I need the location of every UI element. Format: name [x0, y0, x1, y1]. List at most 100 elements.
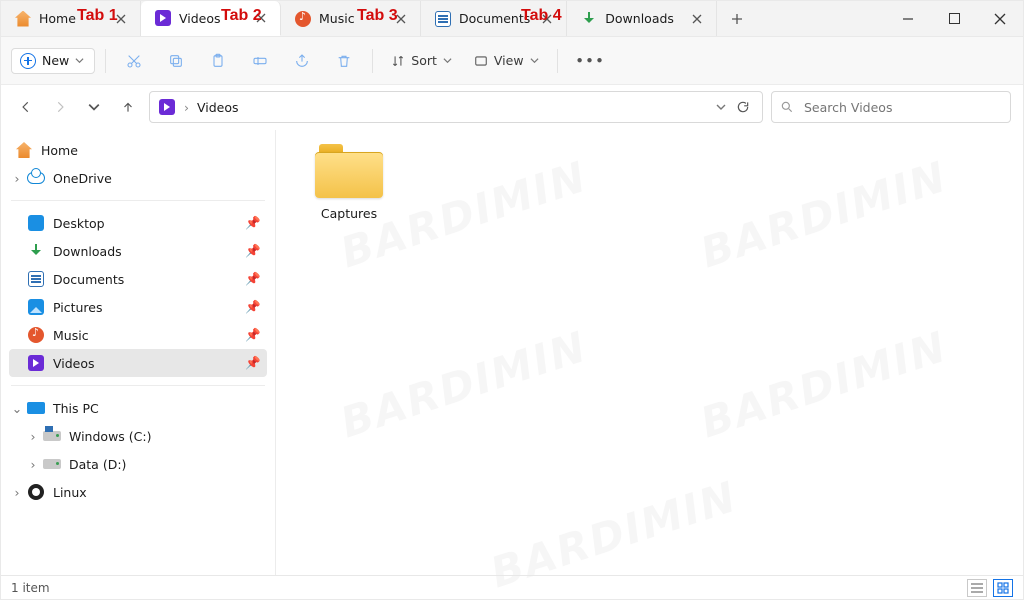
chevron-right-icon[interactable]: ›	[27, 429, 39, 444]
chevron-right-icon[interactable]: ›	[27, 457, 39, 472]
tab-close-icon[interactable]	[112, 10, 130, 28]
plus-circle-icon	[20, 53, 36, 69]
pictures-icon	[27, 298, 45, 316]
sidebar-item-label: Music	[53, 328, 89, 343]
music-icon	[295, 11, 311, 27]
tab-close-icon[interactable]	[688, 10, 706, 28]
home-icon	[15, 11, 31, 27]
titlebar-drag-area[interactable]	[757, 1, 885, 36]
view-label: View	[494, 53, 524, 68]
chevron-down-icon	[443, 56, 452, 65]
sidebar-item-linux[interactable]: › Linux	[9, 478, 267, 506]
sidebar-item-drive-c[interactable]: › Windows (C:)	[9, 422, 267, 450]
tab-label: Documents	[459, 11, 530, 26]
thumbnails-view-button[interactable]	[993, 579, 1013, 597]
sidebar-item-label: Home	[41, 143, 78, 158]
titlebar: Home Tab 1 Videos Tab 2 Music Tab 3 Docu…	[1, 1, 1023, 37]
sidebar-item-pictures[interactable]: Pictures 📌	[9, 293, 267, 321]
list-item[interactable]: Captures	[294, 144, 404, 221]
maximize-button[interactable]	[931, 1, 977, 36]
close-window-button[interactable]	[977, 1, 1023, 36]
tab-home[interactable]: Home Tab 1	[1, 1, 141, 36]
watermark: BARDIMIN	[695, 322, 954, 448]
documents-icon	[27, 270, 45, 288]
paste-icon[interactable]	[200, 45, 236, 77]
downloads-icon	[27, 242, 45, 260]
nav-back-button[interactable]	[13, 94, 39, 120]
separator	[11, 385, 265, 386]
tab-close-icon[interactable]	[392, 10, 410, 28]
breadcrumb-dropdown-icon[interactable]	[712, 98, 730, 116]
view-button[interactable]: View	[466, 49, 547, 72]
tab-label: Music	[319, 11, 384, 26]
sidebar-item-label: Downloads	[53, 244, 122, 259]
sidebar-item-home[interactable]: Home	[9, 136, 267, 164]
sidebar-item-desktop[interactable]: Desktop 📌	[9, 209, 267, 237]
chevron-right-icon[interactable]: ›	[11, 171, 23, 186]
linux-icon	[27, 483, 45, 501]
rename-icon[interactable]	[242, 45, 278, 77]
sidebar-item-label: Documents	[53, 272, 124, 287]
pin-icon: 📌	[245, 327, 261, 343]
desktop-icon	[27, 214, 45, 232]
status-text: 1 item	[11, 581, 50, 595]
tab-documents[interactable]: Documents Tab 4	[421, 1, 567, 36]
folder-icon	[315, 144, 383, 198]
search-box[interactable]	[771, 91, 1011, 123]
details-view-button[interactable]	[967, 579, 987, 597]
tab-downloads[interactable]: Downloads	[567, 1, 717, 36]
this-pc-icon	[27, 399, 45, 417]
minimize-button[interactable]	[885, 1, 931, 36]
sidebar-item-videos[interactable]: Videos 📌	[9, 349, 267, 377]
videos-icon	[155, 10, 171, 26]
videos-icon	[27, 354, 45, 372]
new-button[interactable]: New	[11, 48, 95, 74]
sidebar-item-downloads[interactable]: Downloads 📌	[9, 237, 267, 265]
sidebar-item-drive-d[interactable]: › Data (D:)	[9, 450, 267, 478]
sidebar-item-label: Linux	[53, 485, 87, 500]
separator	[557, 49, 558, 73]
sidebar-item-documents[interactable]: Documents 📌	[9, 265, 267, 293]
sidebar-item-label: Data (D:)	[69, 457, 126, 472]
pin-icon: 📌	[245, 243, 261, 259]
chevron-right-icon[interactable]: ›	[11, 485, 23, 500]
add-tab-button[interactable]	[717, 1, 757, 36]
tab-music[interactable]: Music Tab 3	[281, 1, 421, 36]
nav-recent-button[interactable]	[81, 94, 107, 120]
separator	[11, 200, 265, 201]
tab-videos[interactable]: Videos Tab 2	[141, 1, 281, 36]
sidebar-item-onedrive[interactable]: › OneDrive	[9, 164, 267, 192]
watermark: BARDIMIN	[335, 322, 594, 448]
window-controls	[885, 1, 1023, 36]
pin-icon: 📌	[245, 299, 261, 315]
delete-icon[interactable]	[326, 45, 362, 77]
home-icon	[15, 141, 33, 159]
watermark: BARDIMIN	[695, 152, 954, 278]
chevron-down-icon[interactable]: ⌄	[11, 401, 23, 416]
drive-icon	[43, 455, 61, 473]
cut-icon[interactable]	[116, 45, 152, 77]
tab-label: Videos	[179, 11, 244, 26]
search-icon	[780, 100, 794, 114]
nav-forward-button[interactable]	[47, 94, 73, 120]
breadcrumb[interactable]: › Videos	[149, 91, 763, 123]
refresh-button[interactable]	[732, 96, 754, 118]
tab-close-icon[interactable]	[538, 10, 556, 28]
share-icon[interactable]	[284, 45, 320, 77]
separator	[105, 49, 106, 73]
navigation-pane: Home › OneDrive Desktop 📌 Downloads 📌 Do…	[1, 130, 276, 575]
nav-up-button[interactable]	[115, 94, 141, 120]
chevron-right-icon: ›	[184, 100, 189, 115]
content-pane[interactable]: BARDIMIN BARDIMIN BARDIMIN BARDIMIN BARD…	[276, 130, 1023, 575]
copy-icon[interactable]	[158, 45, 194, 77]
sort-label: Sort	[411, 53, 437, 68]
search-input[interactable]	[802, 99, 1002, 116]
tab-close-icon[interactable]	[252, 9, 270, 27]
sidebar-item-music[interactable]: Music 📌	[9, 321, 267, 349]
sort-button[interactable]: Sort	[383, 49, 460, 72]
toolbar: New Sort View •••	[1, 37, 1023, 85]
sidebar-item-label: This PC	[53, 401, 99, 416]
breadcrumb-segment[interactable]: Videos	[197, 100, 239, 115]
sidebar-item-this-pc[interactable]: ⌄ This PC	[9, 394, 267, 422]
more-button[interactable]: •••	[568, 49, 614, 72]
